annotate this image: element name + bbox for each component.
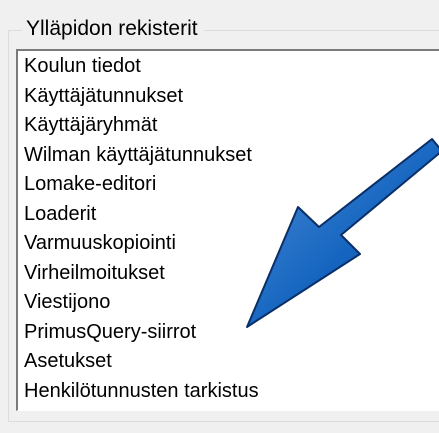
list-item-varmuuskopiointi[interactable]: Varmuuskopiointi	[24, 229, 439, 259]
list-item-asetukset[interactable]: Asetukset	[24, 347, 439, 377]
list-item-virheilmoitukset[interactable]: Virheilmoitukset	[24, 259, 439, 289]
registry-listbox[interactable]: Koulun tiedot Käyttäjätunnukset Käyttäjä…	[16, 49, 439, 411]
list-item-kayttajatunnukset[interactable]: Käyttäjätunnukset	[24, 82, 439, 112]
list-item-loaderit[interactable]: Loaderit	[24, 200, 439, 230]
list-item-kayttajaryhmat[interactable]: Käyttäjäryhmät	[24, 111, 439, 141]
list-item-wilman-kayttajatunnukset[interactable]: Wilman käyttäjätunnukset	[24, 141, 439, 171]
list-item-henkilotunnusten-tarkistus[interactable]: Henkilötunnusten tarkistus	[24, 377, 439, 407]
registry-panel: Ylläpidon rekisterit Koulun tiedot Käytt…	[0, 0, 439, 433]
list-item-viestijono[interactable]: Viestijono	[24, 288, 439, 318]
list-item-koulun-tiedot[interactable]: Koulun tiedot	[24, 52, 439, 82]
list-item-primusquery-siirrot[interactable]: PrimusQuery-siirrot	[24, 318, 439, 348]
list-item-lomake-editori[interactable]: Lomake-editori	[24, 170, 439, 200]
groupbox-title: Ylläpidon rekisterit	[22, 17, 204, 41]
